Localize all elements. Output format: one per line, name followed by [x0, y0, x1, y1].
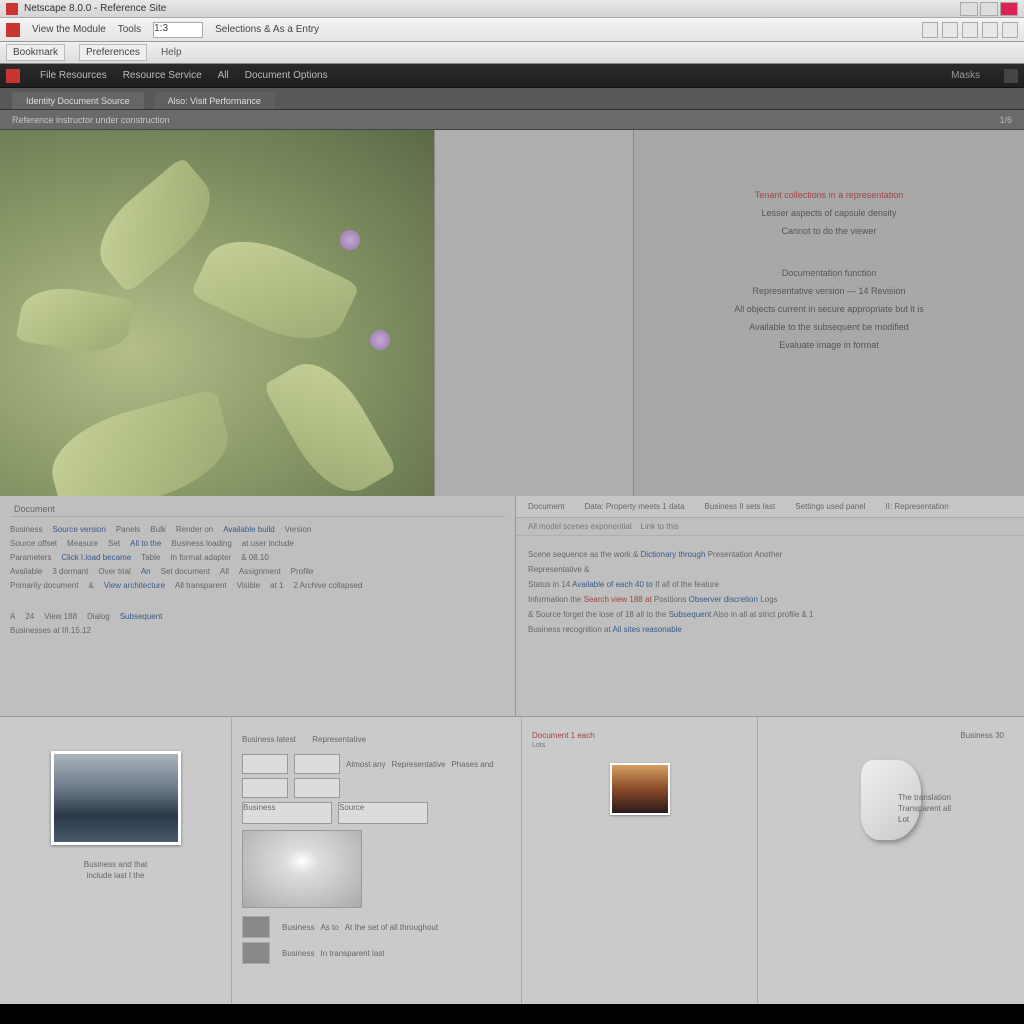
hdr-masks[interactable]: Masks [951, 70, 980, 81]
page-indicator: 1/6 [999, 115, 1012, 125]
thumb1-caption1: Business and that [10, 859, 221, 870]
details-tabs: Document Data: Property meets 1 data Bus… [516, 496, 1024, 518]
tab-performance[interactable]: Also: Visit Performance [154, 92, 275, 109]
workspace-icon [6, 69, 20, 83]
toolbar-icon-3[interactable] [962, 22, 978, 38]
ctrl-box-4[interactable] [294, 778, 340, 798]
info-line-7: Available to the subsequent be modified [658, 322, 1000, 332]
details-content: Scene sequence as the work & Dictionary … [516, 536, 1024, 648]
toolbar-icon-5[interactable] [1002, 22, 1018, 38]
menu-tools[interactable]: Tools [118, 24, 141, 35]
info-line-3: Cannot to do the viewer [658, 226, 1000, 236]
thumb-col-3: Document 1 each Lots [522, 717, 758, 1004]
settings-icon[interactable] [1004, 69, 1018, 83]
workspace-header: File Resources Resource Service All Docu… [0, 64, 1024, 88]
sub-header: Reference instructor under construction … [0, 110, 1024, 130]
meta-footer-1: A24View 188DialogSubsequent [10, 612, 505, 621]
bookmark-button[interactable]: Bookmark [6, 44, 65, 61]
tab-strip: Identity Document Source Also: Visit Per… [0, 88, 1024, 110]
zoom-select[interactable]: 1:3 [153, 22, 203, 38]
bottom-row: Business and that include last I the Bus… [0, 716, 1024, 1004]
info-line-6: All objects current in secure appropriat… [658, 304, 1000, 314]
details-subhdr: All model scenes exponential Link to thi… [516, 518, 1024, 536]
thumb1-caption2: include last I the [10, 870, 221, 881]
c4-title: Business 30 [768, 731, 1014, 740]
wide-button-1[interactable]: Business [242, 802, 332, 824]
dtab-data[interactable]: Data: Property meets 1 data [584, 502, 684, 511]
ctrl-box-2[interactable] [294, 754, 340, 774]
meta-footer-2: Businesses at III.15.12 [10, 626, 505, 635]
menu-view[interactable]: View the Module [32, 24, 106, 35]
info-text-pane: Tenant collections in a representation L… [634, 130, 1024, 496]
metadata-panel: Document BusinessSource versionPanelsBul… [0, 496, 516, 716]
thumb-col-4: Business 30 The translation Transparent … [758, 717, 1024, 1004]
hdr-file[interactable]: File Resources [40, 70, 107, 81]
mid-split: Document BusinessSource versionPanelsBul… [0, 496, 1024, 716]
toolbar-icon-2[interactable] [942, 22, 958, 38]
help-button[interactable]: Help [161, 47, 182, 58]
tiny-thumb-1[interactable] [242, 916, 270, 938]
info-line-5: Representative version — 14 Revision [658, 286, 1000, 296]
dtab-representation[interactable]: II: Representation [886, 502, 949, 511]
meta-row-3: ParametersClick I.load becameTableIn for… [10, 553, 505, 562]
hdr-doc-options[interactable]: Document Options [245, 70, 328, 81]
dtab-settings[interactable]: Settings used panel [795, 502, 865, 511]
meta-row-4: Available3 dormantOver trialAnSet docume… [10, 567, 505, 576]
metadata-head: Document [10, 502, 505, 517]
info-line-4: Documentation function [658, 268, 1000, 278]
ctrl-box-3[interactable] [242, 778, 288, 798]
hdr-all[interactable]: All [218, 70, 229, 81]
meta-row-5: Primarily document&View architectureAll … [10, 581, 505, 590]
thumb-col-1: Business and that include last I the [0, 717, 232, 1004]
ctrl-box-1[interactable] [242, 754, 288, 774]
menu-selections[interactable]: Selections & As a Entry [215, 24, 319, 35]
meta-row-1: BusinessSource versionPanelsBulkRender o… [10, 525, 505, 534]
toolbar-icon-4[interactable] [982, 22, 998, 38]
menu-app-icon [6, 23, 20, 37]
tiny-thumb-2[interactable] [242, 942, 270, 964]
tab-identity[interactable]: Identity Document Source [12, 92, 144, 109]
details-panel: Document Data: Property meets 1 data Bus… [516, 496, 1024, 716]
controls-col: Business latest Representative Almost an… [232, 717, 522, 1004]
c4-line1: The translation [898, 792, 1014, 803]
app-icon [6, 3, 18, 15]
close-button[interactable] [1000, 2, 1018, 16]
thumbnail-sunset[interactable] [610, 763, 670, 815]
window-title: Netscape 8.0.0 - Reference Site [24, 3, 166, 14]
wide-button-2[interactable]: Source [338, 802, 428, 824]
main-content-row: Tenant collections in a representation L… [0, 130, 1024, 496]
window-titlebar: Netscape 8.0.0 - Reference Site [0, 0, 1024, 18]
info-line-1: Tenant collections in a representation [658, 190, 1000, 200]
meta-row-2: Source offsetMeasureSetAll to theBusines… [10, 539, 505, 548]
toolbar-icon-1[interactable] [922, 22, 938, 38]
info-line-8: Evaluate image in format [658, 340, 1000, 350]
preferences-button[interactable]: Preferences [79, 44, 147, 61]
info-line-2: Lesser aspects of capsule density [658, 208, 1000, 218]
c4-line2: Transparent all [898, 803, 1014, 814]
center-blank-pane [434, 130, 634, 496]
dtab-business[interactable]: Business II sets last [705, 502, 776, 511]
menu-bar: View the Module Tools 1:3 Selections & A… [0, 18, 1024, 42]
hdr-resource[interactable]: Resource Service [123, 70, 202, 81]
maximize-button[interactable] [980, 2, 998, 16]
sub-header-label: Reference instructor under construction [12, 115, 170, 125]
light-thumbnail[interactable] [242, 830, 362, 908]
image-preview-pane[interactable] [0, 130, 434, 496]
c3-title: Document 1 each [532, 731, 747, 740]
c4-line3: Lot [898, 814, 1014, 825]
minimize-button[interactable] [960, 2, 978, 16]
dtab-document[interactable]: Document [528, 502, 564, 511]
thumbnail-seascape[interactable] [51, 751, 181, 845]
c3-sub: Lots [532, 742, 747, 749]
secondary-toolbar: Bookmark Preferences Help [0, 42, 1024, 64]
